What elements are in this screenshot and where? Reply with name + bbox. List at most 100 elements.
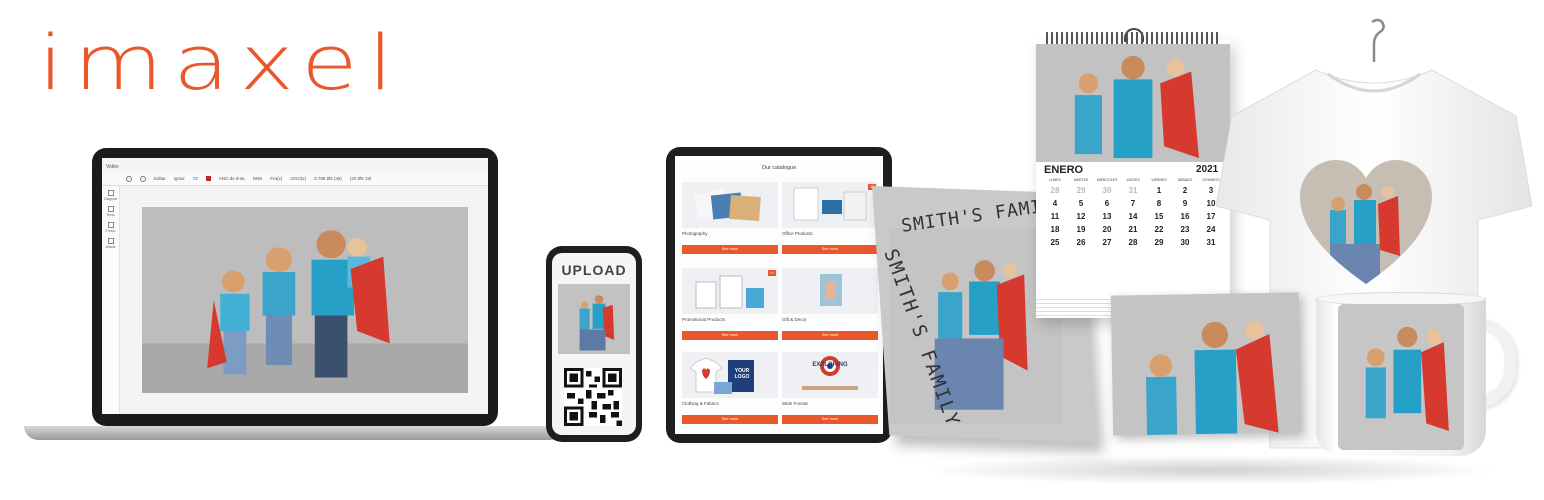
calendar-day: 18 xyxy=(1050,225,1060,234)
catalog-item-label: Promotional Products xyxy=(682,317,726,322)
calendar-day: 26 xyxy=(1076,238,1086,247)
catalog-item-photography[interactable]: Photography See more xyxy=(682,182,778,255)
calendar-day: 28 xyxy=(1128,238,1138,247)
sidebar-item-label: Texto xyxy=(106,213,115,217)
calendar-day: 4 xyxy=(1052,199,1058,208)
calendar-binding xyxy=(1046,32,1220,44)
calendar-day: 1 xyxy=(1156,186,1162,195)
toolbar-item[interactable]: Fra(x) xyxy=(270,176,282,181)
catalog-item-office-products[interactable]: 12 Office Products See more xyxy=(782,182,878,255)
color-swatch[interactable] xyxy=(205,176,211,181)
calendar-day: 16 xyxy=(1180,212,1190,221)
clothing-illustration xyxy=(689,357,754,394)
photo-print xyxy=(1110,292,1302,436)
toolbar-item[interactable]: ANO de tinta xyxy=(219,176,245,181)
catalog-item-image: 12 xyxy=(782,182,878,228)
calendar-day: 9 xyxy=(1182,199,1188,208)
calendar-day: 22 xyxy=(1154,225,1164,234)
zoom-icon[interactable] xyxy=(126,175,132,182)
catalog-item-gift-decor[interactable]: Gift & Decor See more xyxy=(782,268,878,341)
calendar-photo xyxy=(1036,44,1230,162)
toolbar-item[interactable]: OGO(x) xyxy=(290,176,306,181)
see-more-button[interactable]: See more xyxy=(682,415,778,424)
catalog-item-image: EXPLORING xyxy=(782,352,878,398)
family-photo-illustration xyxy=(142,207,468,393)
editor-canvas-photo[interactable] xyxy=(142,207,468,393)
family-photo-illustration xyxy=(1110,292,1302,436)
calendar-day: 13 xyxy=(1102,212,1112,221)
calendar-day: 30 xyxy=(1102,186,1112,195)
sidebar-item-add[interactable]: Añadir xyxy=(105,238,116,249)
catalog-item-label: Office Products xyxy=(782,231,813,236)
see-more-button[interactable]: See more xyxy=(782,415,878,424)
wide-format-illustration xyxy=(802,356,858,390)
see-more-button[interactable]: See more xyxy=(782,331,878,340)
editor-toolbar: Editar Ignaz 72 ANO de tinta NNN Fra(x) … xyxy=(102,172,488,186)
photo-prints-illustration xyxy=(693,189,761,222)
floor-shadow xyxy=(920,455,1500,485)
calendar-day: 27 xyxy=(1102,238,1112,247)
see-more-button[interactable]: See more xyxy=(682,245,778,254)
your-logo-text: YOUR LOGO xyxy=(734,368,750,380)
laptop-base xyxy=(24,426,564,440)
t-shirt-heart-print xyxy=(1300,160,1432,288)
catalog-item-wide-format[interactable]: EXPLORING Wide Format See more xyxy=(782,352,878,425)
sidebar-item-design[interactable]: Diagrsal xyxy=(104,190,117,201)
sidebar-item-label: Fondo xyxy=(105,229,116,233)
toolbar-item[interactable]: (20 Ø5 19) xyxy=(350,176,372,181)
calendar-day: 8 xyxy=(1156,199,1162,208)
calendar-month: ENERO xyxy=(1044,164,1084,176)
text-icon xyxy=(107,206,114,212)
see-more-button[interactable]: See more xyxy=(782,245,878,254)
sidebar-item-label: Añadir xyxy=(105,245,116,249)
calendar-day: 12 xyxy=(1076,212,1086,221)
catalog-item-image xyxy=(682,182,778,228)
promotional-products-illustration xyxy=(695,275,764,309)
sidebar-item-background[interactable]: Fondo xyxy=(105,222,116,233)
calendar-day: 7 xyxy=(1130,199,1136,208)
catalog-item-label: Wide Format xyxy=(782,401,808,406)
calendar-day: 29 xyxy=(1076,186,1086,195)
catalog-item-label: Clothing & Fabrics xyxy=(682,401,719,406)
toolbar-item[interactable]: Editar xyxy=(154,176,166,181)
calendar-day: 11 xyxy=(1050,212,1060,221)
calendar-day: 21 xyxy=(1128,225,1138,234)
catalog-item-promotional-products[interactable]: 1+ Promotional Products See more xyxy=(682,268,778,341)
sidebar-item-label: Diagrsal xyxy=(104,197,117,201)
calendar-day: 23 xyxy=(1180,225,1190,234)
calendar-weekday: MIÉRCOLES xyxy=(1096,178,1118,182)
calendar-day: 2 xyxy=(1182,186,1188,195)
mug-photo-print xyxy=(1338,304,1464,450)
calendar-weekday: JUEVES xyxy=(1126,178,1140,182)
editor-window-title: Vidéo xyxy=(106,164,119,170)
add-icon xyxy=(107,238,114,244)
calendar-day: 19 xyxy=(1076,225,1086,234)
qr-code[interactable] xyxy=(564,368,622,426)
toolbar-item[interactable]: 72 xyxy=(193,176,198,181)
uploaded-photo[interactable] xyxy=(558,284,630,354)
toolbar-item[interactable]: 0.798 Ø5 (36) xyxy=(314,176,342,181)
toolbar-item[interactable]: Ignaz xyxy=(174,176,185,181)
catalog-item-label: Gift & Decor xyxy=(782,317,807,322)
imaxel-logo: imaxel xyxy=(38,19,404,108)
search-icon[interactable] xyxy=(140,175,146,182)
toolbar-item[interactable]: NNN xyxy=(253,176,263,181)
calendar-day: 5 xyxy=(1078,199,1084,208)
catalog-item-image: 1+ xyxy=(682,268,778,314)
calendar-day: 29 xyxy=(1154,238,1164,247)
calendar-day: 14 xyxy=(1128,212,1138,221)
calendar-day: 31 xyxy=(1128,186,1138,195)
see-more-button[interactable]: See more xyxy=(682,331,778,340)
canvas-print-illustration xyxy=(820,274,842,306)
editor-sidebar: Diagrsal Texto Fondo Añadir xyxy=(102,186,120,414)
exploring-text: EXPLORING xyxy=(812,362,848,368)
catalog-item-clothing-fabrics[interactable]: YOUR LOGO Clothing & Fabrics See more xyxy=(682,352,778,425)
calendar-day: 30 xyxy=(1180,238,1190,247)
catalog-item-image: YOUR LOGO xyxy=(682,352,778,398)
calendar-day: 15 xyxy=(1154,212,1164,221)
calendar-day: 25 xyxy=(1050,238,1060,247)
sidebar-item-text[interactable]: Texto xyxy=(106,206,115,217)
calendar-year: 2021 xyxy=(1196,164,1219,175)
upload-title: UPLOAD xyxy=(561,262,627,278)
calendar-weekday: VIERNES xyxy=(1151,178,1167,182)
